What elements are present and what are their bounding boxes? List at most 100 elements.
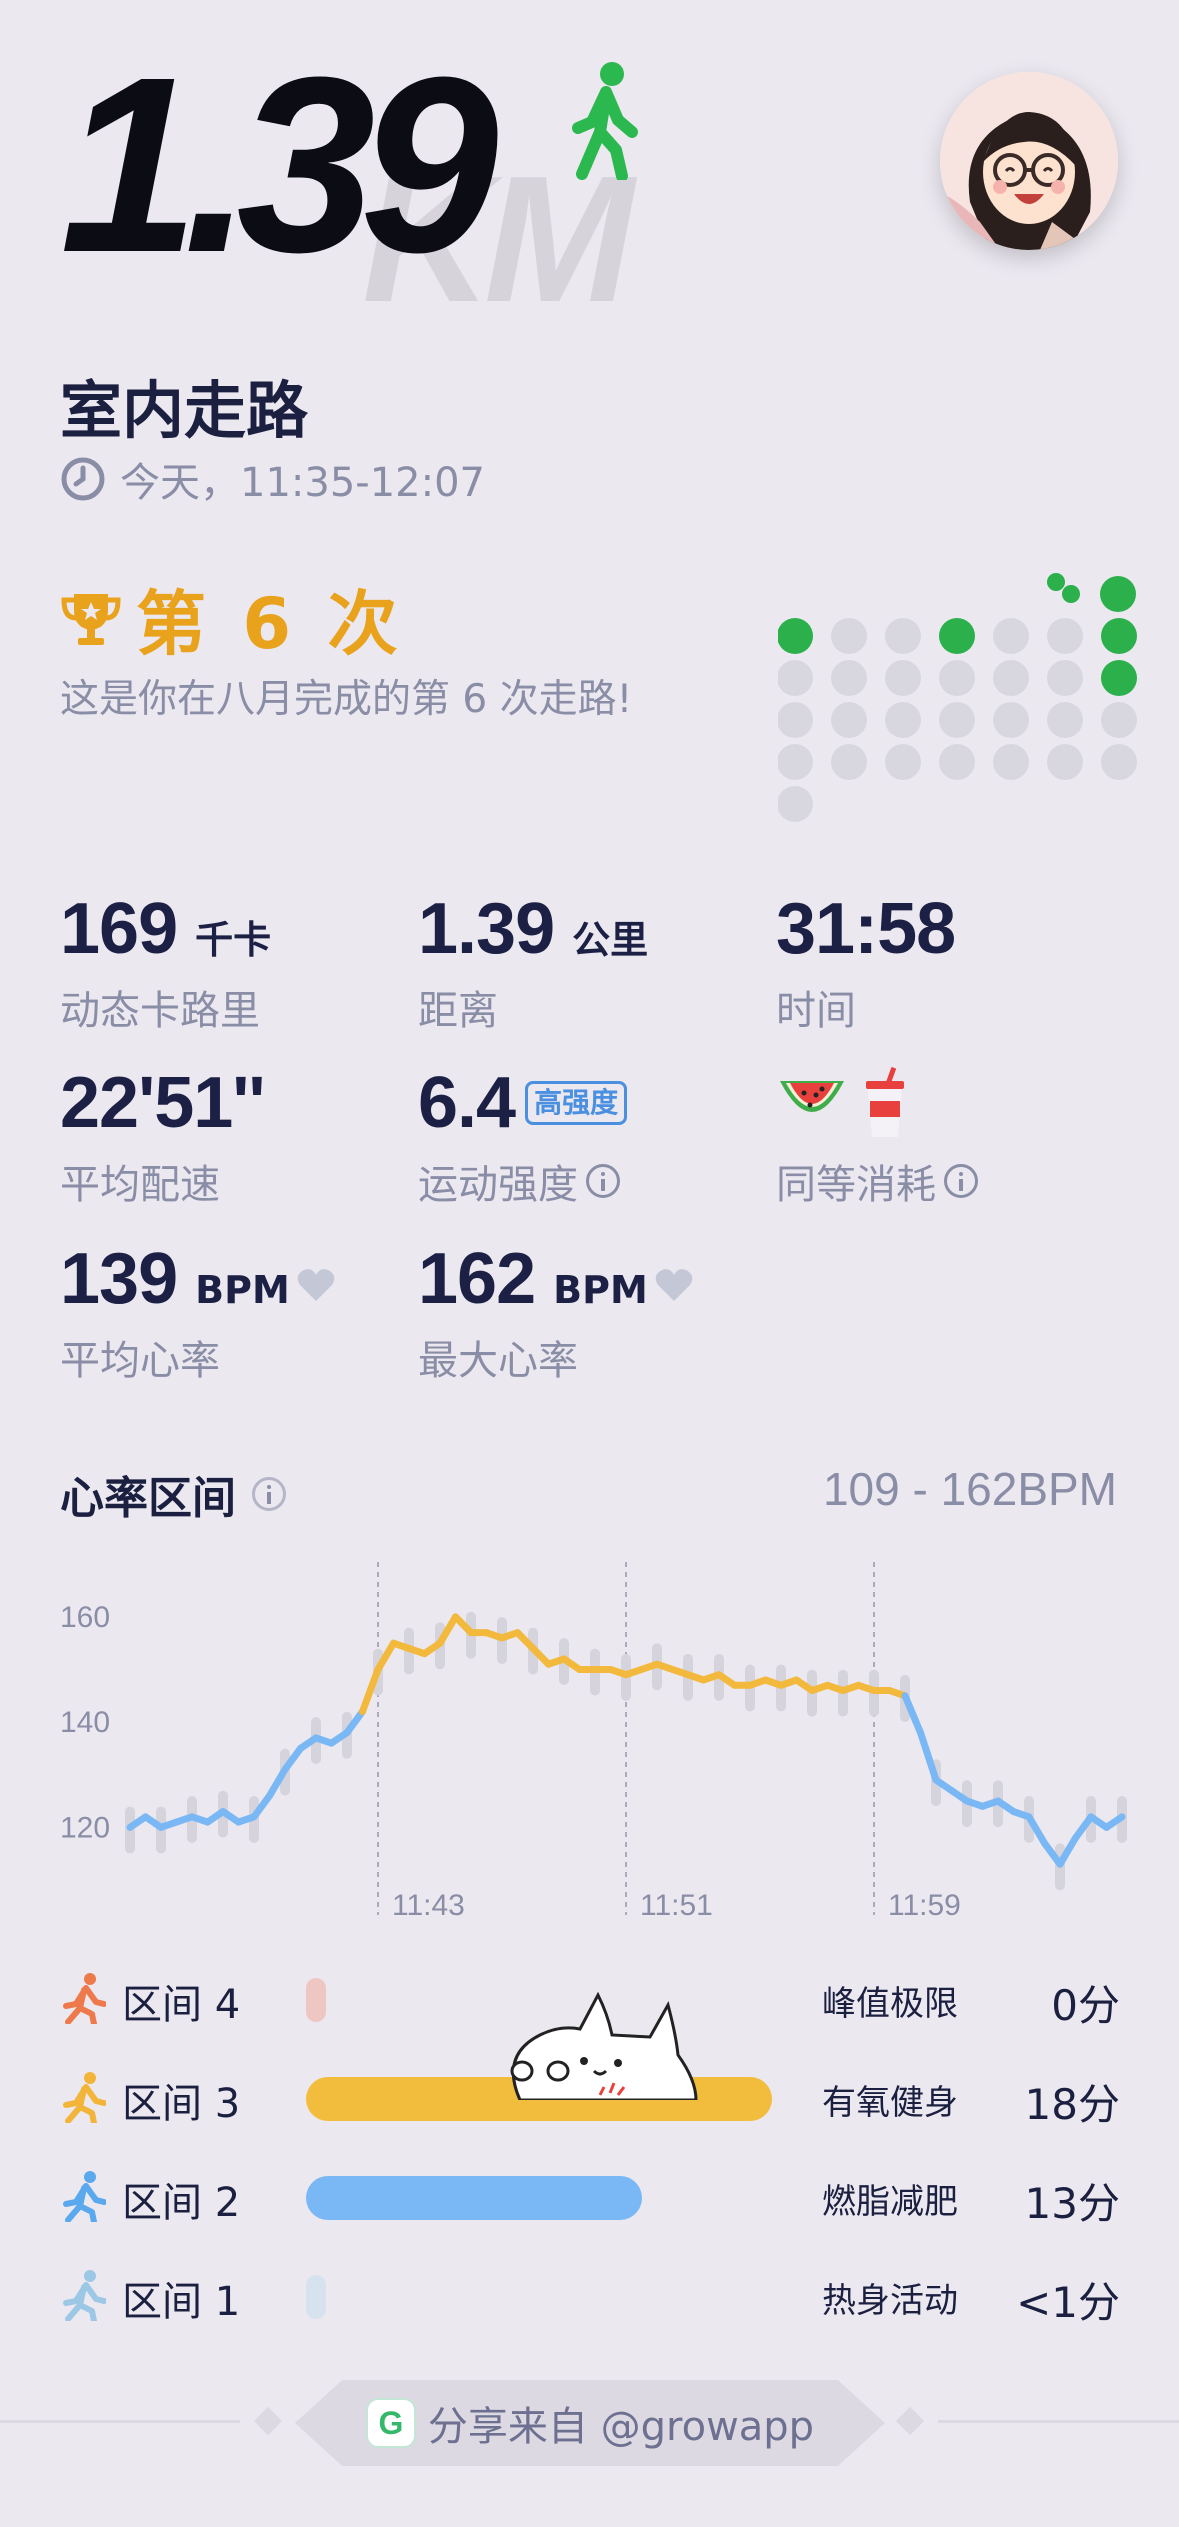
activity-dot: [939, 702, 975, 738]
activity-dot: [1047, 618, 1083, 654]
stat-max-hr: 162 BPM 最大心率: [418, 1238, 694, 1386]
zone-name: 有氧健身: [822, 2083, 958, 2123]
grow-logo-icon: G: [365, 2398, 416, 2448]
avg-hr-value: 139: [60, 1239, 178, 1319]
zone-name: 燃脂减肥: [822, 2182, 958, 2222]
hero-distance: 1.39: [60, 25, 499, 304]
footer-divider-left: [0, 2420, 240, 2423]
activity-time-row: 今天，11:35-12:07: [60, 450, 485, 508]
footer-text: 分享来自 @growapp: [427, 2404, 815, 2450]
max-hr-unit: BPM: [553, 1268, 648, 1312]
activity-dot-done: [778, 618, 813, 654]
zone-name: 热身活动: [822, 2281, 958, 2321]
zone-bar: [306, 2275, 326, 2319]
heart-icon: [655, 1269, 693, 1301]
monthly-activity-dots: [778, 573, 1137, 822]
share-footer[interactable]: G 分享来自 @growapp: [295, 2380, 885, 2466]
activity-dot-today: [1100, 576, 1136, 612]
stat-avg-hr: 139 BPM 平均心率: [60, 1238, 336, 1386]
zone-bar: [306, 2176, 642, 2220]
activity-dot: [993, 618, 1029, 654]
activity-dot: [885, 744, 921, 780]
zone-label: 区间 2: [122, 2180, 241, 2226]
zone-row: 区间 2 燃脂减肥 13分: [60, 2160, 1120, 2230]
zone-label: 区间 4: [122, 1982, 241, 2028]
activity-dot-done: [939, 618, 975, 654]
activity-dot: [1101, 702, 1137, 738]
heart-zone-title-row: 心率区间: [60, 1462, 286, 1526]
heart-zone-title: 心率区间: [60, 1473, 236, 1524]
intensity-value: 6.4: [418, 1063, 516, 1143]
milestone-description: 这是你在八月完成的第 6 次走路!: [60, 677, 633, 722]
activity-dot: [1047, 660, 1083, 696]
avg-hr-label: 平均心率: [60, 1338, 220, 1384]
stretch-icon: [63, 2270, 106, 2321]
trophy-icon: [61, 593, 121, 645]
zone-row: 区间 1 热身活动 <1分: [60, 2259, 1120, 2329]
activity-dot: [993, 744, 1029, 780]
equivalent-label: 同等消耗: [776, 1162, 936, 1208]
activity-dot-today: [1062, 585, 1080, 603]
y-tick-label: 160: [60, 1601, 110, 1634]
zone-minutes: 18分: [1024, 2080, 1120, 2129]
stat-calories: 169 千卡 动态卡路里: [60, 888, 271, 1036]
distance-value: 1.39: [418, 889, 555, 969]
activity-dot: [778, 744, 813, 780]
stat-duration: 31:58 时间: [776, 888, 956, 1036]
milestone-row: 第 6 次: [60, 568, 403, 669]
activity-dot-today: [1047, 573, 1065, 591]
duration-value: 31:58: [776, 889, 956, 969]
x-tick-label: 11:59: [888, 1889, 961, 1922]
zone-minutes: 13分: [1024, 2179, 1120, 2228]
heart-icon: [297, 1269, 335, 1301]
jogger-icon: [63, 2171, 106, 2222]
activity-dot: [993, 660, 1029, 696]
heart-rate-chart: 11:43 11:51 11:59 160 140 120: [60, 1562, 1127, 1922]
stat-pace: 22'51'' 平均配速: [60, 1062, 266, 1210]
user-avatar[interactable]: [940, 72, 1118, 250]
activity-dot: [778, 660, 813, 696]
avg-hr-unit: BPM: [195, 1268, 290, 1312]
intensity-info-icon[interactable]: [586, 1164, 620, 1198]
activity-dot: [831, 744, 867, 780]
heart-zone-info-icon[interactable]: [252, 1477, 286, 1511]
equivalent-info-icon[interactable]: [944, 1164, 978, 1198]
activity-dot: [1047, 744, 1083, 780]
x-tick-label: 11:51: [640, 1889, 713, 1922]
activity-dot-done: [1101, 618, 1137, 654]
watermelon-icon: [780, 1081, 844, 1112]
runner-sprint-icon: [63, 1973, 106, 2024]
calories-unit: 千卡: [195, 918, 272, 962]
calories-value: 169: [60, 889, 178, 969]
zone-label: 区间 1: [122, 2279, 241, 2325]
zone-minutes: <1分: [1016, 2278, 1120, 2327]
heart-rate-range: 109 - 162BPM: [822, 1463, 1117, 1515]
footer-diamond-left: [253, 2406, 283, 2436]
footer-divider-right: [938, 2420, 1179, 2423]
footer-diamond-right: [895, 2406, 925, 2436]
x-tick-label: 11:43: [392, 1889, 465, 1922]
activity-dot: [885, 702, 921, 738]
pace-value: 22'51'': [60, 1063, 266, 1143]
stat-distance: 1.39 公里 距离: [418, 888, 648, 1036]
activity-dot: [993, 702, 1029, 738]
max-hr-value: 162: [418, 1239, 536, 1319]
activity-dot: [778, 786, 813, 822]
activity-dot-done: [1101, 660, 1137, 696]
activity-dot: [939, 744, 975, 780]
activity-dot: [885, 618, 921, 654]
clock-icon: [61, 457, 105, 501]
duration-label: 时间: [776, 988, 856, 1034]
cat-mascot-icon: [510, 1991, 698, 2100]
intensity-label: 运动强度: [418, 1162, 578, 1208]
activity-dot: [1101, 744, 1137, 780]
activity-time: 今天，11:35-12:07: [120, 460, 485, 506]
distance-label: 距离: [418, 988, 498, 1034]
hr-line-segment: [917, 1729, 940, 1784]
stat-equivalent: 同等消耗: [776, 1062, 978, 1210]
activity-dot: [778, 702, 813, 738]
activity-dot: [885, 660, 921, 696]
zone-label: 区间 3: [122, 2081, 241, 2127]
activity-dot: [831, 618, 867, 654]
y-tick-label: 120: [60, 1811, 110, 1844]
